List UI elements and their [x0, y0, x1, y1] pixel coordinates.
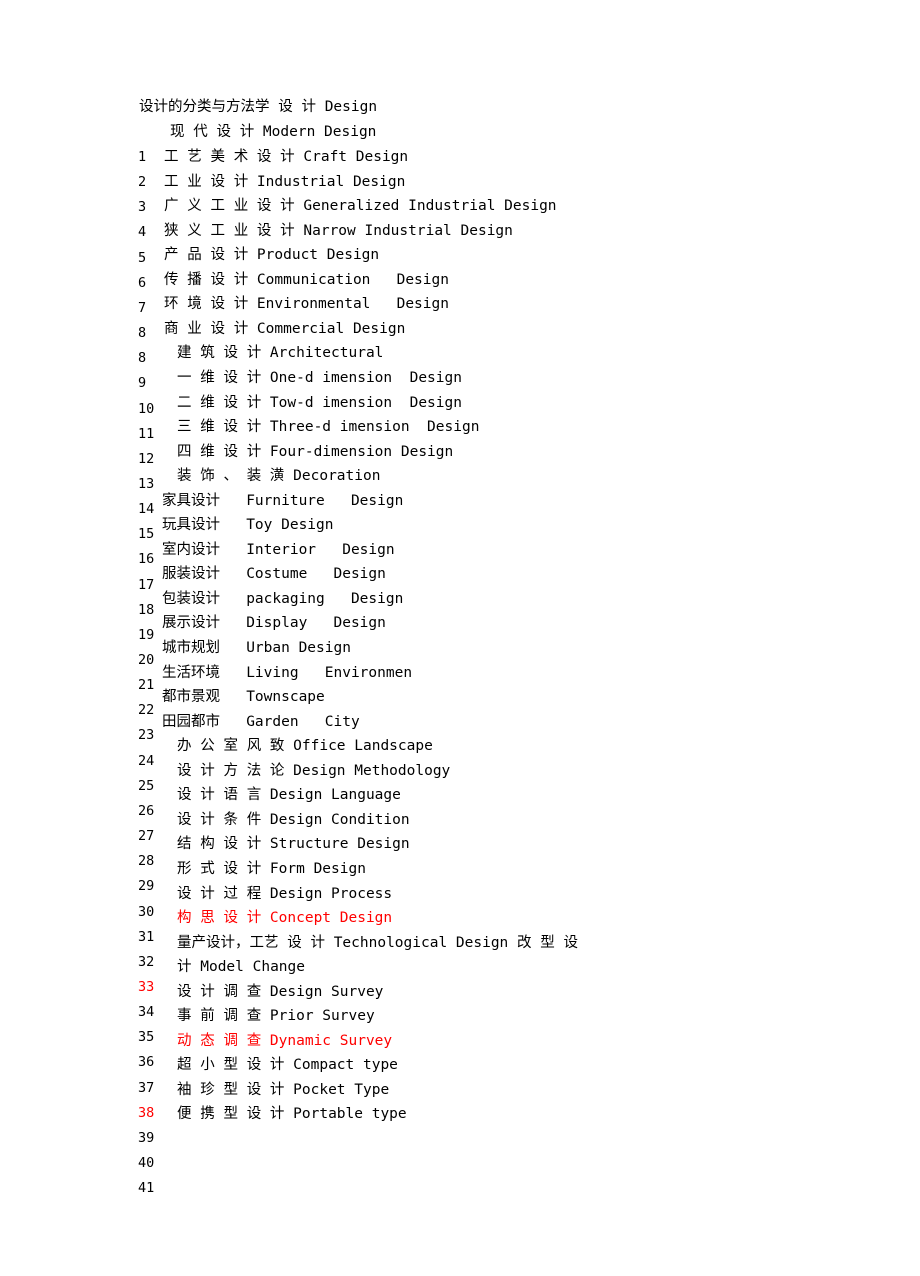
- line-number: 41: [138, 1180, 155, 1197]
- line-number: 15: [138, 526, 155, 543]
- document-line: 玩具设计 Toy Design: [162, 517, 334, 534]
- line-number: 1: [138, 149, 147, 165]
- document-line: 产 品 设 计 Product Design: [164, 247, 380, 264]
- line-number: 30: [138, 903, 155, 920]
- document-line: 商 业 设 计 Commercial Design: [164, 320, 406, 337]
- line-number: 16: [138, 551, 155, 568]
- line-number: 23: [138, 727, 155, 744]
- document-line: 构 思 设 计 Concept Design: [177, 910, 393, 927]
- line-number: 37: [138, 1079, 155, 1096]
- line-number: 25: [138, 777, 155, 794]
- line-number: 8: [138, 325, 147, 342]
- line-number: 7: [138, 299, 147, 316]
- line-number: 5: [138, 249, 147, 266]
- line-number: 27: [138, 828, 155, 845]
- document-line: 设 计 过 程 Design Process: [177, 885, 393, 902]
- document-line: 动 态 调 查 Dynamic Survey: [177, 1032, 393, 1049]
- document-line: 狭 义 工 业 设 计 Narrow Industrial Design: [164, 222, 513, 239]
- line-number: 12: [138, 450, 155, 467]
- document-line: 设 计 条 件 Design Condition: [177, 811, 410, 828]
- document-line: 三 维 设 计 Three-d imension Design: [177, 419, 480, 436]
- line-number: 28: [138, 853, 155, 870]
- line-number: 34: [138, 1004, 155, 1021]
- document-line: 事 前 调 查 Prior Survey: [177, 1008, 375, 1025]
- line-number: 32: [138, 953, 155, 970]
- line-number: 33: [138, 978, 155, 995]
- document-line: 办 公 室 风 致 Office Landscape: [177, 738, 433, 755]
- line-number: 2: [138, 174, 147, 191]
- line-number: 8: [138, 350, 147, 367]
- line-number: 13: [138, 475, 155, 492]
- document-line: 一 维 设 计 One-d imension Design: [177, 369, 462, 386]
- document-line: 袖 珍 型 设 计 Pocket Type: [177, 1081, 390, 1098]
- document-line: 城市规划 Urban Design: [162, 640, 351, 656]
- document-line: 计 Model Change: [177, 959, 305, 976]
- line-number: 14: [138, 501, 155, 518]
- document-page: 设计的分类与方法学 设 计 Design 现 代 设 计 Modern Desi…: [0, 0, 920, 1276]
- document-subtitle: 现 代 设 计 Modern Design: [170, 124, 377, 140]
- document-line: 传 播 设 计 Communication Design: [164, 271, 449, 288]
- line-number: 39: [138, 1129, 155, 1146]
- line-number: 24: [138, 752, 155, 769]
- line-number: 35: [138, 1029, 155, 1046]
- document-line: 环 境 设 计 Environmental Design: [164, 296, 449, 313]
- document-line: 工 艺 美 术 设 计 Craft Design: [164, 149, 409, 165]
- document-line: 设 计 语 言 Design Language: [177, 787, 401, 804]
- document-line: 设 计 调 查 Design Survey: [177, 983, 384, 1000]
- document-line: 展示设计 Display Design: [162, 615, 386, 632]
- document-line: 家具设计 Furniture Design: [162, 492, 404, 509]
- line-number: 31: [138, 928, 155, 945]
- document-line: 服装设计 Costume Design: [162, 566, 386, 583]
- document-line: 四 维 设 计 Four-dimension Design: [177, 443, 454, 460]
- document-line: 形 式 设 计 Form Design: [177, 860, 366, 877]
- line-number: 17: [138, 576, 155, 593]
- document-line: 室内设计 Interior Design: [162, 541, 395, 558]
- line-number: 19: [138, 626, 155, 643]
- document-line: 量产设计，工艺 设 计 Technological Design 改 型 设: [177, 934, 578, 951]
- line-number: 11: [138, 425, 155, 442]
- line-number: 38: [138, 1104, 155, 1121]
- document-line: 设 计 方 法 论 Design Methodology: [177, 762, 451, 779]
- document-line: 田园都市 Garden City: [162, 713, 360, 730]
- line-number: 21: [138, 677, 155, 694]
- document-line: 二 维 设 计 Tow-d imension Design: [177, 394, 462, 411]
- line-number: 10: [138, 400, 155, 417]
- line-number: 20: [138, 652, 155, 668]
- document-line: 广 义 工 业 设 计 Generalized Industrial Desig…: [164, 198, 557, 215]
- document-line: 生活环境 Living Environmen: [162, 664, 413, 681]
- line-number: 3: [138, 199, 147, 216]
- line-number: 40: [138, 1155, 155, 1171]
- line-number: 22: [138, 702, 155, 719]
- line-number: 9: [138, 375, 147, 392]
- line-number: 18: [138, 601, 155, 618]
- line-number: 6: [138, 274, 147, 291]
- document-line: 建 筑 设 计 Architectural: [177, 345, 384, 362]
- document-title: 设计的分类与方法学 设 计 Design: [139, 99, 378, 115]
- document-line: 便 携 型 设 计 Portable type: [177, 1106, 407, 1123]
- line-number: 36: [138, 1054, 155, 1071]
- line-number: 26: [138, 802, 155, 819]
- document-line: 装 饰 、 装 潢 Decoration: [177, 468, 381, 485]
- document-line: 结 构 设 计 Structure Design: [177, 836, 410, 853]
- document-line: 都市景观 Townscape: [162, 689, 325, 706]
- line-number: 29: [138, 878, 155, 895]
- line-number: 4: [138, 224, 147, 241]
- document-line: 包装设计 packaging Design: [162, 590, 404, 607]
- document-line: 超 小 型 设 计 Compact type: [177, 1057, 398, 1074]
- document-line: 工 业 设 计 Industrial Design: [164, 173, 406, 190]
